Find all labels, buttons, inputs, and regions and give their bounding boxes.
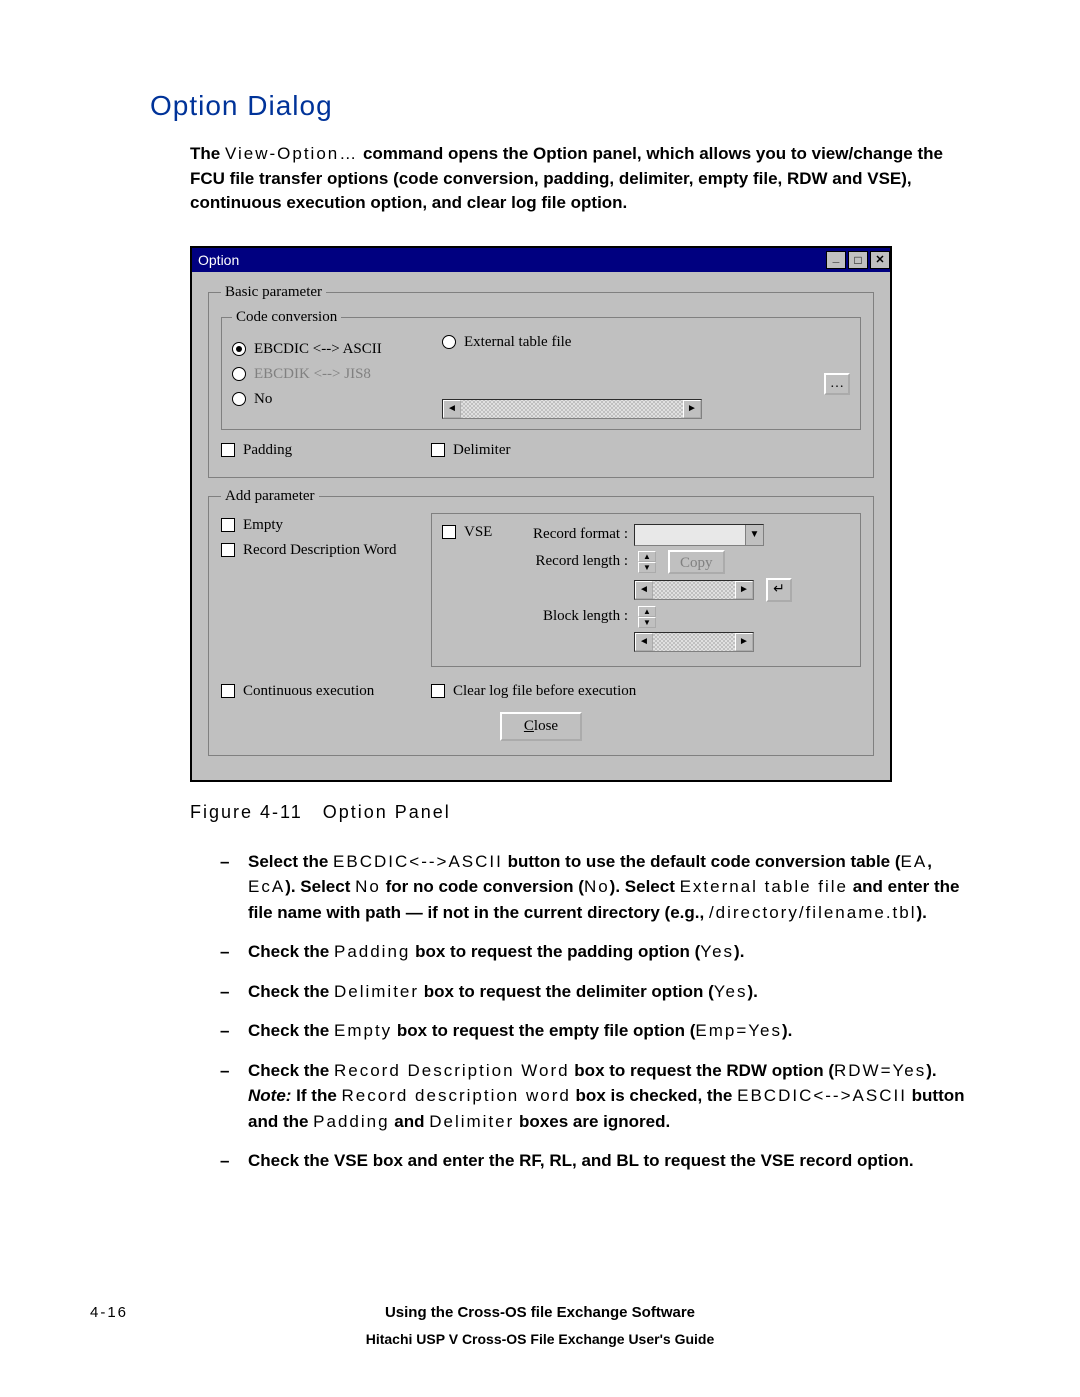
footer-line1: Using the Cross-OS file Exchange Softwar… [0,1304,1080,1321]
arrow-up-icon[interactable]: ▲ [638,606,656,617]
bullet-item: Check the Delimiter box to request the d… [220,979,980,1005]
arrow-down-icon[interactable]: ▼ [638,562,656,573]
delimiter-checkbox[interactable]: Delimiter [431,442,510,459]
intro-paragraph: The View-Option… command opens the Optio… [190,142,950,216]
scroll-left-icon[interactable]: ◄ [635,581,653,599]
padding-checkbox[interactable]: Padding [221,442,292,459]
radio-icon [442,335,456,349]
checkbox-icon [431,684,445,698]
record-format-label: Record format : [508,526,628,543]
empty-checkbox[interactable]: Empty [221,517,283,534]
bullet-list: Select the EBCDIC<-->ASCII button to use… [220,849,980,1174]
close-button[interactable]: Close [500,712,582,741]
checkbox-icon [221,684,235,698]
radio-icon [232,367,246,381]
option-dialog: Option Basic parameter Code conversion E… [190,246,892,782]
record-format-dropdown[interactable]: ▼ [634,524,764,546]
basic-parameter-group: Basic parameter Code conversion EBCDIC <… [208,284,874,478]
basic-legend: Basic parameter [221,284,326,301]
record-length-spinner[interactable]: ▲ ▼ [638,551,656,573]
minimize-icon[interactable] [826,251,846,269]
radio-dot-icon [232,342,246,356]
block-length-spinner[interactable]: ▲ ▼ [638,606,656,628]
page-number: 4-16 [90,1304,128,1321]
rdw-checkbox[interactable]: Record Description Word [221,542,396,559]
figure-caption: Figure 4-11 Option Panel [190,802,980,823]
add-parameter-group: Add parameter Empty Record Description W… [208,488,874,756]
copy-button[interactable]: Copy [668,550,725,574]
checkbox-icon [221,518,235,532]
scroll-right-icon[interactable]: ► [683,400,701,418]
record-length-scroll[interactable]: ◄ ► [634,580,754,600]
radio-icon [232,392,246,406]
scroll-right-icon[interactable]: ► [735,581,753,599]
browse-button[interactable]: … [824,373,850,395]
record-length-label: Record length : [508,553,628,570]
add-legend: Add parameter [221,488,319,505]
chevron-down-icon: ▼ [745,525,763,545]
bullet-item: Check the VSE box and enter the RF, RL, … [220,1148,980,1174]
scroll-right-icon[interactable]: ► [735,633,753,651]
checkbox-icon [431,443,445,457]
bullet-item: Select the EBCDIC<-->ASCII button to use… [220,849,980,926]
scroll-left-icon[interactable]: ◄ [635,633,653,651]
vse-panel: VSE Record format : ▼ [431,513,861,667]
bullet-item: Check the Record Description Word box to… [220,1058,980,1135]
code-legend: Code conversion [232,309,341,326]
block-length-label: Block length : [508,608,628,625]
arrow-down-icon[interactable]: ▼ [638,617,656,628]
maximize-icon[interactable] [848,251,868,269]
enter-icon[interactable]: ↵ [766,578,792,602]
section-heading: Option Dialog [150,90,980,122]
footer-line2: Hitachi USP V Cross-OS File Exchange Use… [0,1331,1080,1347]
close-icon[interactable] [870,251,890,269]
dialog-title: Option [198,252,239,268]
radio-no[interactable]: No [232,391,272,408]
checkbox-icon [442,525,456,539]
radio-ebcdik-jis8[interactable]: EBCDIK <--> JIS8 [232,366,371,383]
titlebar: Option [192,248,890,272]
checkbox-icon [221,543,235,557]
vse-checkbox[interactable]: VSE [442,524,492,541]
arrow-up-icon[interactable]: ▲ [638,551,656,562]
bullet-item: Check the Empty box to request the empty… [220,1018,980,1044]
code-conversion-group: Code conversion EBCDIC <--> ASCII EBCDIK… [221,309,861,430]
page-footer: 4-16 Using the Cross-OS file Exchange So… [0,1304,1080,1347]
external-file-scroll[interactable]: ◄ ► [442,399,702,419]
continuous-execution-checkbox[interactable]: Continuous execution [221,683,374,700]
clear-log-checkbox[interactable]: Clear log file before execution [431,683,636,700]
block-length-scroll[interactable]: ◄ ► [634,632,754,652]
radio-ebcdic-ascii[interactable]: EBCDIC <--> ASCII [232,341,382,358]
scroll-left-icon[interactable]: ◄ [443,400,461,418]
radio-external-table[interactable]: External table file [442,334,571,351]
bullet-item: Check the Padding box to request the pad… [220,939,980,965]
checkbox-icon [221,443,235,457]
